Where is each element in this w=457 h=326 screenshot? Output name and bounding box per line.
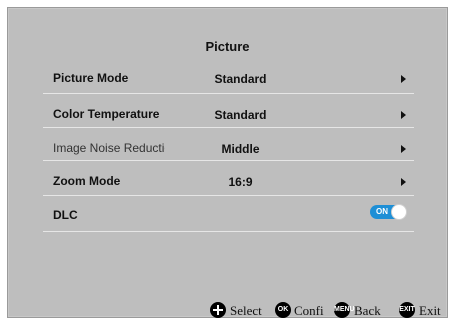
ok-icon: OK: [275, 302, 291, 318]
arrow-right-icon: [401, 178, 406, 186]
menu-icon: MENU: [334, 302, 355, 318]
menu-row-image-noise-reduction[interactable]: Image Noise Reductio Middle: [43, 128, 414, 163]
arrow-right-icon: [401, 145, 406, 153]
dlc-toggle[interactable]: ON: [370, 204, 407, 220]
row-value: 16:9: [228, 175, 253, 189]
row-label: Picture Mode: [53, 71, 129, 85]
menu-title: Picture: [205, 39, 250, 54]
dpad-icon: [210, 302, 226, 318]
row-label: Image Noise Reductio: [53, 141, 165, 155]
arrow-right-icon: [401, 75, 406, 83]
menu-row-picture-mode[interactable]: Picture Mode Standard: [43, 58, 414, 93]
exit-hint: Exit: [419, 303, 441, 318]
row-label: Color Temperature: [53, 107, 160, 121]
exit-icon: EXIT: [399, 302, 415, 318]
menu-row-zoom-mode[interactable]: Zoom Mode 16:9: [43, 161, 414, 196]
back-hint: Back: [354, 303, 381, 318]
toggle-knob: [391, 204, 407, 220]
row-value: Standard: [214, 108, 267, 122]
footer-hints: Select OK Confi MENU Back EXIT Exit: [210, 302, 450, 320]
divider: [43, 231, 414, 232]
menu-row-dlc[interactable]: DLC ON: [43, 195, 414, 230]
row-label: Zoom Mode: [53, 174, 121, 188]
select-hint: Select: [230, 303, 262, 318]
confirm-hint: Confi: [294, 303, 324, 318]
row-value: Standard: [214, 72, 267, 86]
arrow-right-icon: [401, 111, 406, 119]
row-value: Middle: [221, 142, 260, 156]
toggle-state: ON: [376, 207, 388, 216]
row-label: DLC: [53, 208, 78, 222]
menu-row-color-temperature[interactable]: Color Temperature Standard: [43, 94, 414, 129]
